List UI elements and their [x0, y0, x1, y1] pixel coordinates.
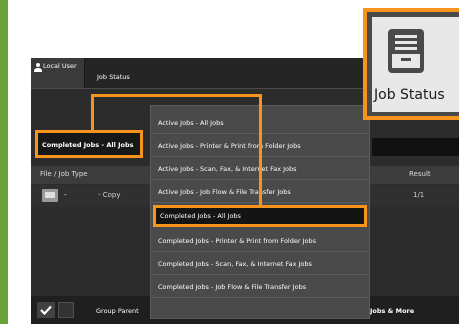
- menu-item-completed-all[interactable]: Completed Jobs - All Jobs: [153, 205, 367, 227]
- job-filter-value: Completed Jobs - All Jobs: [42, 141, 134, 149]
- group-parent-label: Group Parent: [96, 307, 139, 315]
- job-status-button-label: Job Status: [374, 87, 445, 103]
- jobs-more-button[interactable]: Jobs & More: [370, 307, 414, 315]
- accent-bar: [0, 0, 8, 324]
- checkmark-icon: [40, 305, 52, 315]
- callout-line-left: [91, 94, 94, 132]
- user-icon: [34, 63, 42, 72]
- column-header-file-job-type: File / Job Type: [40, 170, 88, 178]
- copy-job-icon: [42, 189, 58, 202]
- callout-line-right: [259, 94, 262, 207]
- local-user-button[interactable]: Local User: [31, 58, 85, 88]
- job-result: 1/1: [413, 191, 425, 199]
- job-filter-selector[interactable]: Completed Jobs - All Jobs: [35, 130, 143, 158]
- job-status-button-face: Job Status: [372, 17, 459, 112]
- menu-item-completed-printer[interactable]: Completed Jobs - Printer & Print from Fo…: [151, 230, 369, 252]
- job-type: - Copy: [98, 191, 121, 199]
- toolbar-strip: [372, 138, 459, 156]
- group-parent-toggle[interactable]: [58, 302, 74, 318]
- job-status-button[interactable]: Job Status: [363, 8, 459, 120]
- callout-line-top: [91, 94, 262, 97]
- menu-item-completed-scan-fax[interactable]: Completed Jobs - Scan, Fax, & Internet F…: [151, 253, 369, 275]
- user-label: Local User: [43, 62, 77, 70]
- paper-tray-icon: [388, 29, 424, 73]
- select-all-button[interactable]: [37, 302, 55, 318]
- job-name: -: [64, 190, 67, 199]
- menu-item-completed-job-flow[interactable]: Completed Jobs - Job Flow & File Transfe…: [151, 276, 369, 298]
- tab-job-status[interactable]: Job Status: [97, 73, 130, 81]
- column-header-result: Result: [409, 170, 431, 178]
